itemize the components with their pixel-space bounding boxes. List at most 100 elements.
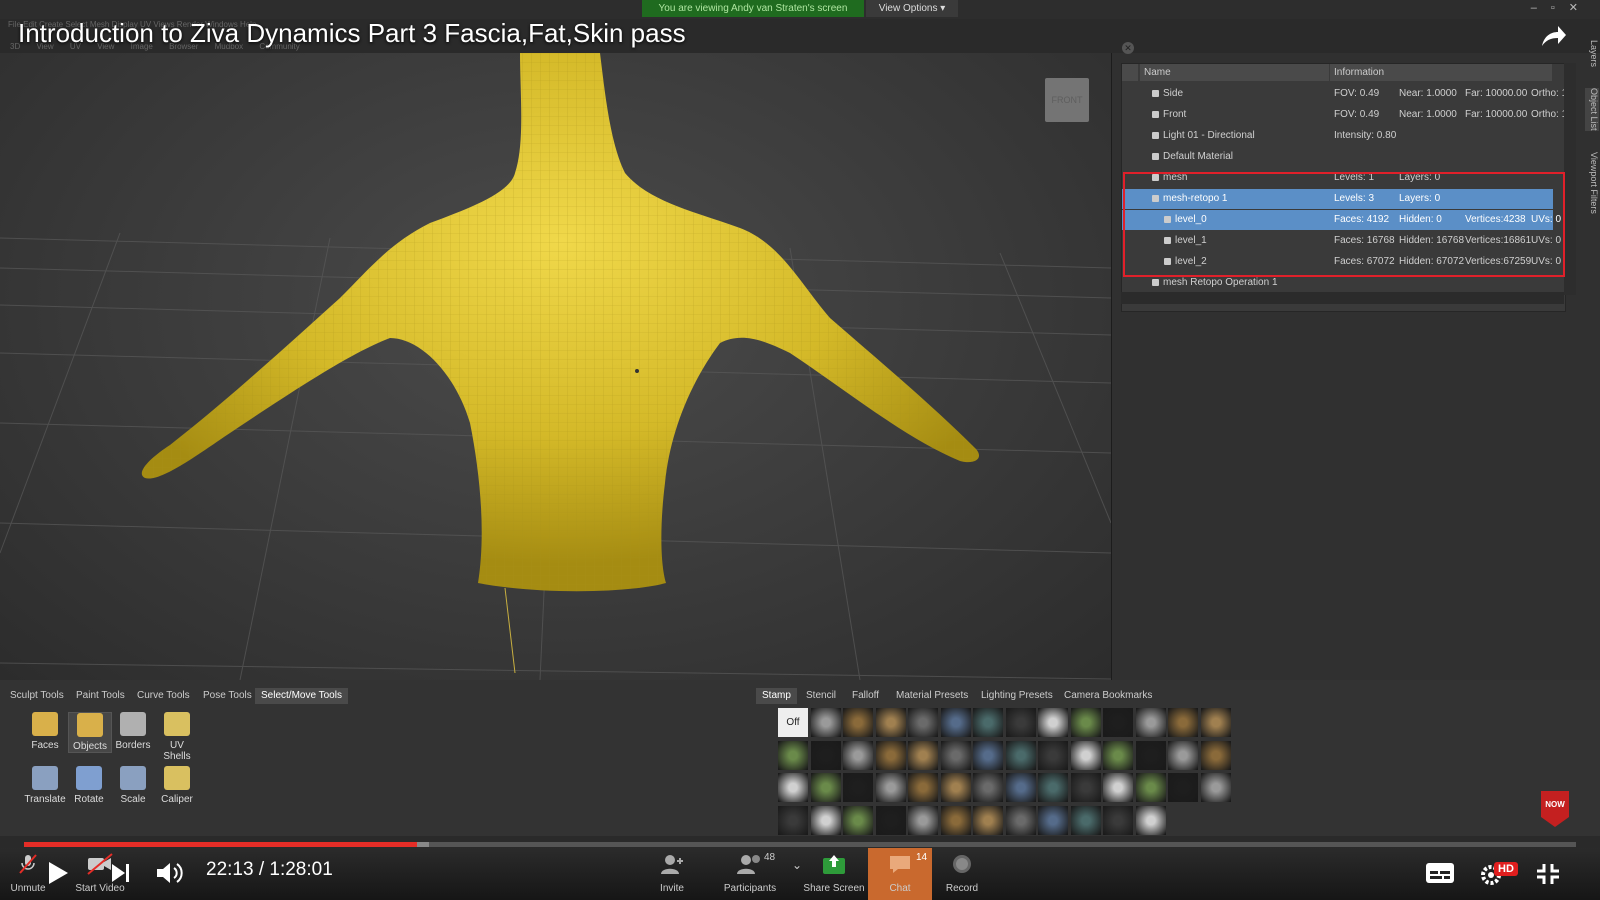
stamp-thumbnail[interactable] <box>875 773 906 802</box>
objects-tool-button[interactable]: Objects <box>68 712 112 753</box>
close-icon[interactable]: ✕ <box>1122 42 1134 54</box>
stamp-thumbnail[interactable] <box>1070 740 1101 770</box>
list-header-toggle[interactable] <box>1122 64 1138 81</box>
stamp-thumbnail[interactable] <box>1103 773 1133 802</box>
participants-chevron-down-icon[interactable]: ⌄ <box>792 858 802 872</box>
stamp-thumbnail[interactable] <box>875 708 906 737</box>
faces-tool-button[interactable]: Faces <box>24 712 66 751</box>
stamp-thumbnail[interactable] <box>940 773 971 802</box>
stamp-thumbnail[interactable] <box>973 805 1003 835</box>
stamp-thumbnail[interactable] <box>940 805 971 835</box>
stamp-thumbnail[interactable] <box>940 740 971 770</box>
stamp-thumbnail[interactable] <box>778 773 808 802</box>
tool-tab[interactable]: Pose Tools <box>197 688 258 704</box>
stamp-thumbnail[interactable] <box>843 773 873 802</box>
object-list-horizontal-scrollbar[interactable] <box>1121 292 1564 304</box>
stamp-thumbnail[interactable] <box>810 773 841 802</box>
3d-viewport[interactable] <box>0 53 1112 680</box>
side-tab-viewport-filters[interactable]: Viewport Filters <box>1585 152 1599 214</box>
column-header-name[interactable]: Name <box>1140 64 1329 81</box>
caliper-tool-button[interactable]: Caliper <box>156 766 198 805</box>
uv-shells-tool-button[interactable]: UV Shells <box>156 712 198 762</box>
column-header-information[interactable]: Information <box>1330 64 1552 81</box>
stamp-tab[interactable]: Material Presets <box>890 688 974 704</box>
stamp-tab[interactable]: Stamp <box>756 688 797 704</box>
share-screen-button[interactable]: Share Screen <box>802 852 866 894</box>
stamp-thumbnail[interactable] <box>908 773 938 802</box>
stamp-tab[interactable]: Stencil <box>800 688 842 704</box>
stamp-thumbnail[interactable] <box>1005 773 1036 802</box>
stamp-thumbnail[interactable] <box>1103 708 1133 737</box>
view-options-button[interactable]: View Options ▾ <box>866 0 958 17</box>
translate-tool-button[interactable]: Translate <box>24 766 66 805</box>
object-list-vertical-scrollbar[interactable] <box>1564 63 1576 295</box>
stamp-thumbnail[interactable] <box>875 740 906 770</box>
exit-fullscreen-icon[interactable] <box>1535 862 1561 886</box>
unmute-button[interactable]: Unmute <box>8 852 48 894</box>
side-panel-tabs[interactable]: Layers Object List Viewport Filters <box>1584 40 1600 240</box>
scale-tool-button[interactable]: Scale <box>112 766 154 805</box>
stamp-thumbnail[interactable] <box>1070 708 1101 737</box>
stamp-thumbnail[interactable] <box>973 740 1003 770</box>
side-tab-layers[interactable]: Layers <box>1585 40 1599 67</box>
stamp-thumbnail[interactable] <box>810 708 841 737</box>
next-icon[interactable] <box>110 862 132 884</box>
stamp-tab[interactable]: Camera Bookmarks <box>1058 688 1158 704</box>
stamp-thumbnail[interactable] <box>908 708 938 737</box>
stamp-thumbnail[interactable] <box>810 740 841 770</box>
stamp-thumbnail[interactable] <box>1200 740 1231 770</box>
object-list-row[interactable]: Light 01 - Directional Intensity: 0.80 <box>1122 126 1553 146</box>
stamp-thumbnail[interactable] <box>1070 805 1101 835</box>
stamp-thumbnail[interactable] <box>1168 740 1198 770</box>
tool-tab[interactable]: Sculpt Tools <box>4 688 70 704</box>
window-controls[interactable]: –▫✕ <box>1531 0 1592 17</box>
stamp-thumbnail[interactable] <box>1135 708 1166 737</box>
stamp-thumbnail[interactable] <box>1200 708 1231 737</box>
stamp-tab[interactable]: Falloff <box>846 688 885 704</box>
stamp-thumbnail[interactable] <box>908 805 938 835</box>
stamp-thumbnail[interactable] <box>1135 740 1166 770</box>
stamp-thumbnail[interactable] <box>1103 805 1133 835</box>
stamp-thumbnail[interactable] <box>1005 708 1036 737</box>
stamp-thumbnail[interactable] <box>778 805 808 835</box>
stamp-thumbnail[interactable] <box>1200 773 1231 802</box>
stamp-thumbnail[interactable] <box>973 773 1003 802</box>
stamp-thumbnail[interactable] <box>940 708 971 737</box>
view-cube[interactable]: FRONT <box>1045 78 1089 122</box>
stamp-thumbnail[interactable] <box>1168 773 1198 802</box>
stamp-thumbnail[interactable] <box>1038 740 1068 770</box>
object-list-row[interactable]: Side FOV: 0.49 Near: 1.0000 Far: 10000.00 Or… <box>1122 84 1567 104</box>
stamp-thumbnail[interactable] <box>1038 773 1068 802</box>
stamp-thumbnail[interactable] <box>843 805 873 835</box>
object-list-row[interactable]: Default Material <box>1122 147 1553 167</box>
rotate-tool-button[interactable]: Rotate <box>68 766 110 805</box>
stamp-off-button[interactable]: Off <box>778 708 808 737</box>
object-list-row[interactable]: Front FOV: 0.49 Near: 1.0000 Far: 10000.00 O… <box>1122 105 1567 125</box>
stamp-tab[interactable]: Lighting Presets <box>975 688 1059 704</box>
stamp-thumbnail[interactable] <box>1070 773 1101 802</box>
stamp-thumbnail[interactable] <box>1103 740 1133 770</box>
tool-tab[interactable]: Select/Move Tools <box>255 688 348 704</box>
stamp-thumbnail[interactable] <box>843 708 873 737</box>
side-tab-object-list[interactable]: Object List <box>1585 88 1599 131</box>
volume-icon[interactable] <box>155 860 185 886</box>
subtitles-icon[interactable] <box>1425 862 1455 884</box>
stamp-thumbnail[interactable] <box>908 740 938 770</box>
stamp-thumbnail[interactable] <box>1038 805 1068 835</box>
invite-button[interactable]: Invite <box>652 852 692 894</box>
stamp-thumbnail[interactable] <box>810 805 841 835</box>
stamp-thumbnail[interactable] <box>1135 773 1166 802</box>
stamp-thumbnail[interactable] <box>1005 740 1036 770</box>
tool-tab[interactable]: Paint Tools <box>70 688 131 704</box>
stamp-thumbnail[interactable] <box>973 708 1003 737</box>
play-icon[interactable] <box>46 860 70 886</box>
stamp-thumbnail[interactable] <box>1168 708 1198 737</box>
stamp-thumbnail[interactable] <box>1005 805 1036 835</box>
stamp-thumbnail[interactable] <box>1038 708 1068 737</box>
stamp-thumbnail[interactable] <box>1135 805 1166 835</box>
stamp-thumbnail[interactable] <box>778 740 808 770</box>
share-arrow-icon[interactable] <box>1538 22 1568 52</box>
borders-tool-button[interactable]: Borders <box>112 712 154 751</box>
tool-tab[interactable]: Curve Tools <box>131 688 196 704</box>
stamp-thumbnail[interactable] <box>875 805 906 835</box>
